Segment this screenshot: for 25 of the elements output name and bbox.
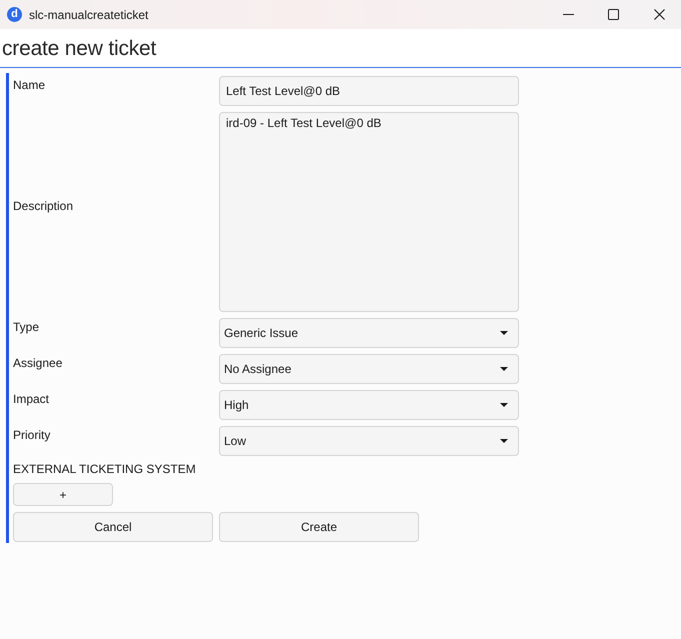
close-icon[interactable]	[654, 9, 665, 20]
field-label: Name	[13, 78, 46, 92]
caret-icon	[500, 367, 508, 371]
app-logo: d	[7, 7, 22, 22]
dropdown[interactable]: No Assignee	[219, 354, 519, 384]
field-label: Impact	[13, 392, 50, 406]
caret-icon	[500, 439, 508, 443]
maximize-icon[interactable]	[608, 9, 619, 20]
cancel-button[interactable]: Cancel	[13, 512, 213, 542]
caret-icon	[500, 331, 508, 335]
dropdown[interactable]: High	[219, 390, 519, 420]
section-title: EXTERNAL TICKETING SYSTEM	[13, 462, 197, 477]
create-button[interactable]: Create	[219, 512, 419, 542]
add-button[interactable]: +	[13, 483, 113, 506]
dropdown[interactable]: Generic Issue	[219, 318, 519, 348]
field-label: Priority	[13, 428, 52, 442]
page-title: create new ticket	[2, 38, 156, 58]
field-label: Description	[13, 198, 74, 214]
field-label: Type	[13, 320, 40, 334]
caret-icon	[500, 403, 508, 407]
field-label: Assignee	[13, 356, 64, 370]
text-area[interactable]: ird-09 - Left Test Level@0 dB	[219, 112, 519, 312]
window-title: slc-manualcreateticket	[29, 8, 148, 22]
text-field[interactable]: Left Test Level@0 dB	[219, 76, 519, 106]
dropdown[interactable]: Low	[219, 426, 519, 456]
